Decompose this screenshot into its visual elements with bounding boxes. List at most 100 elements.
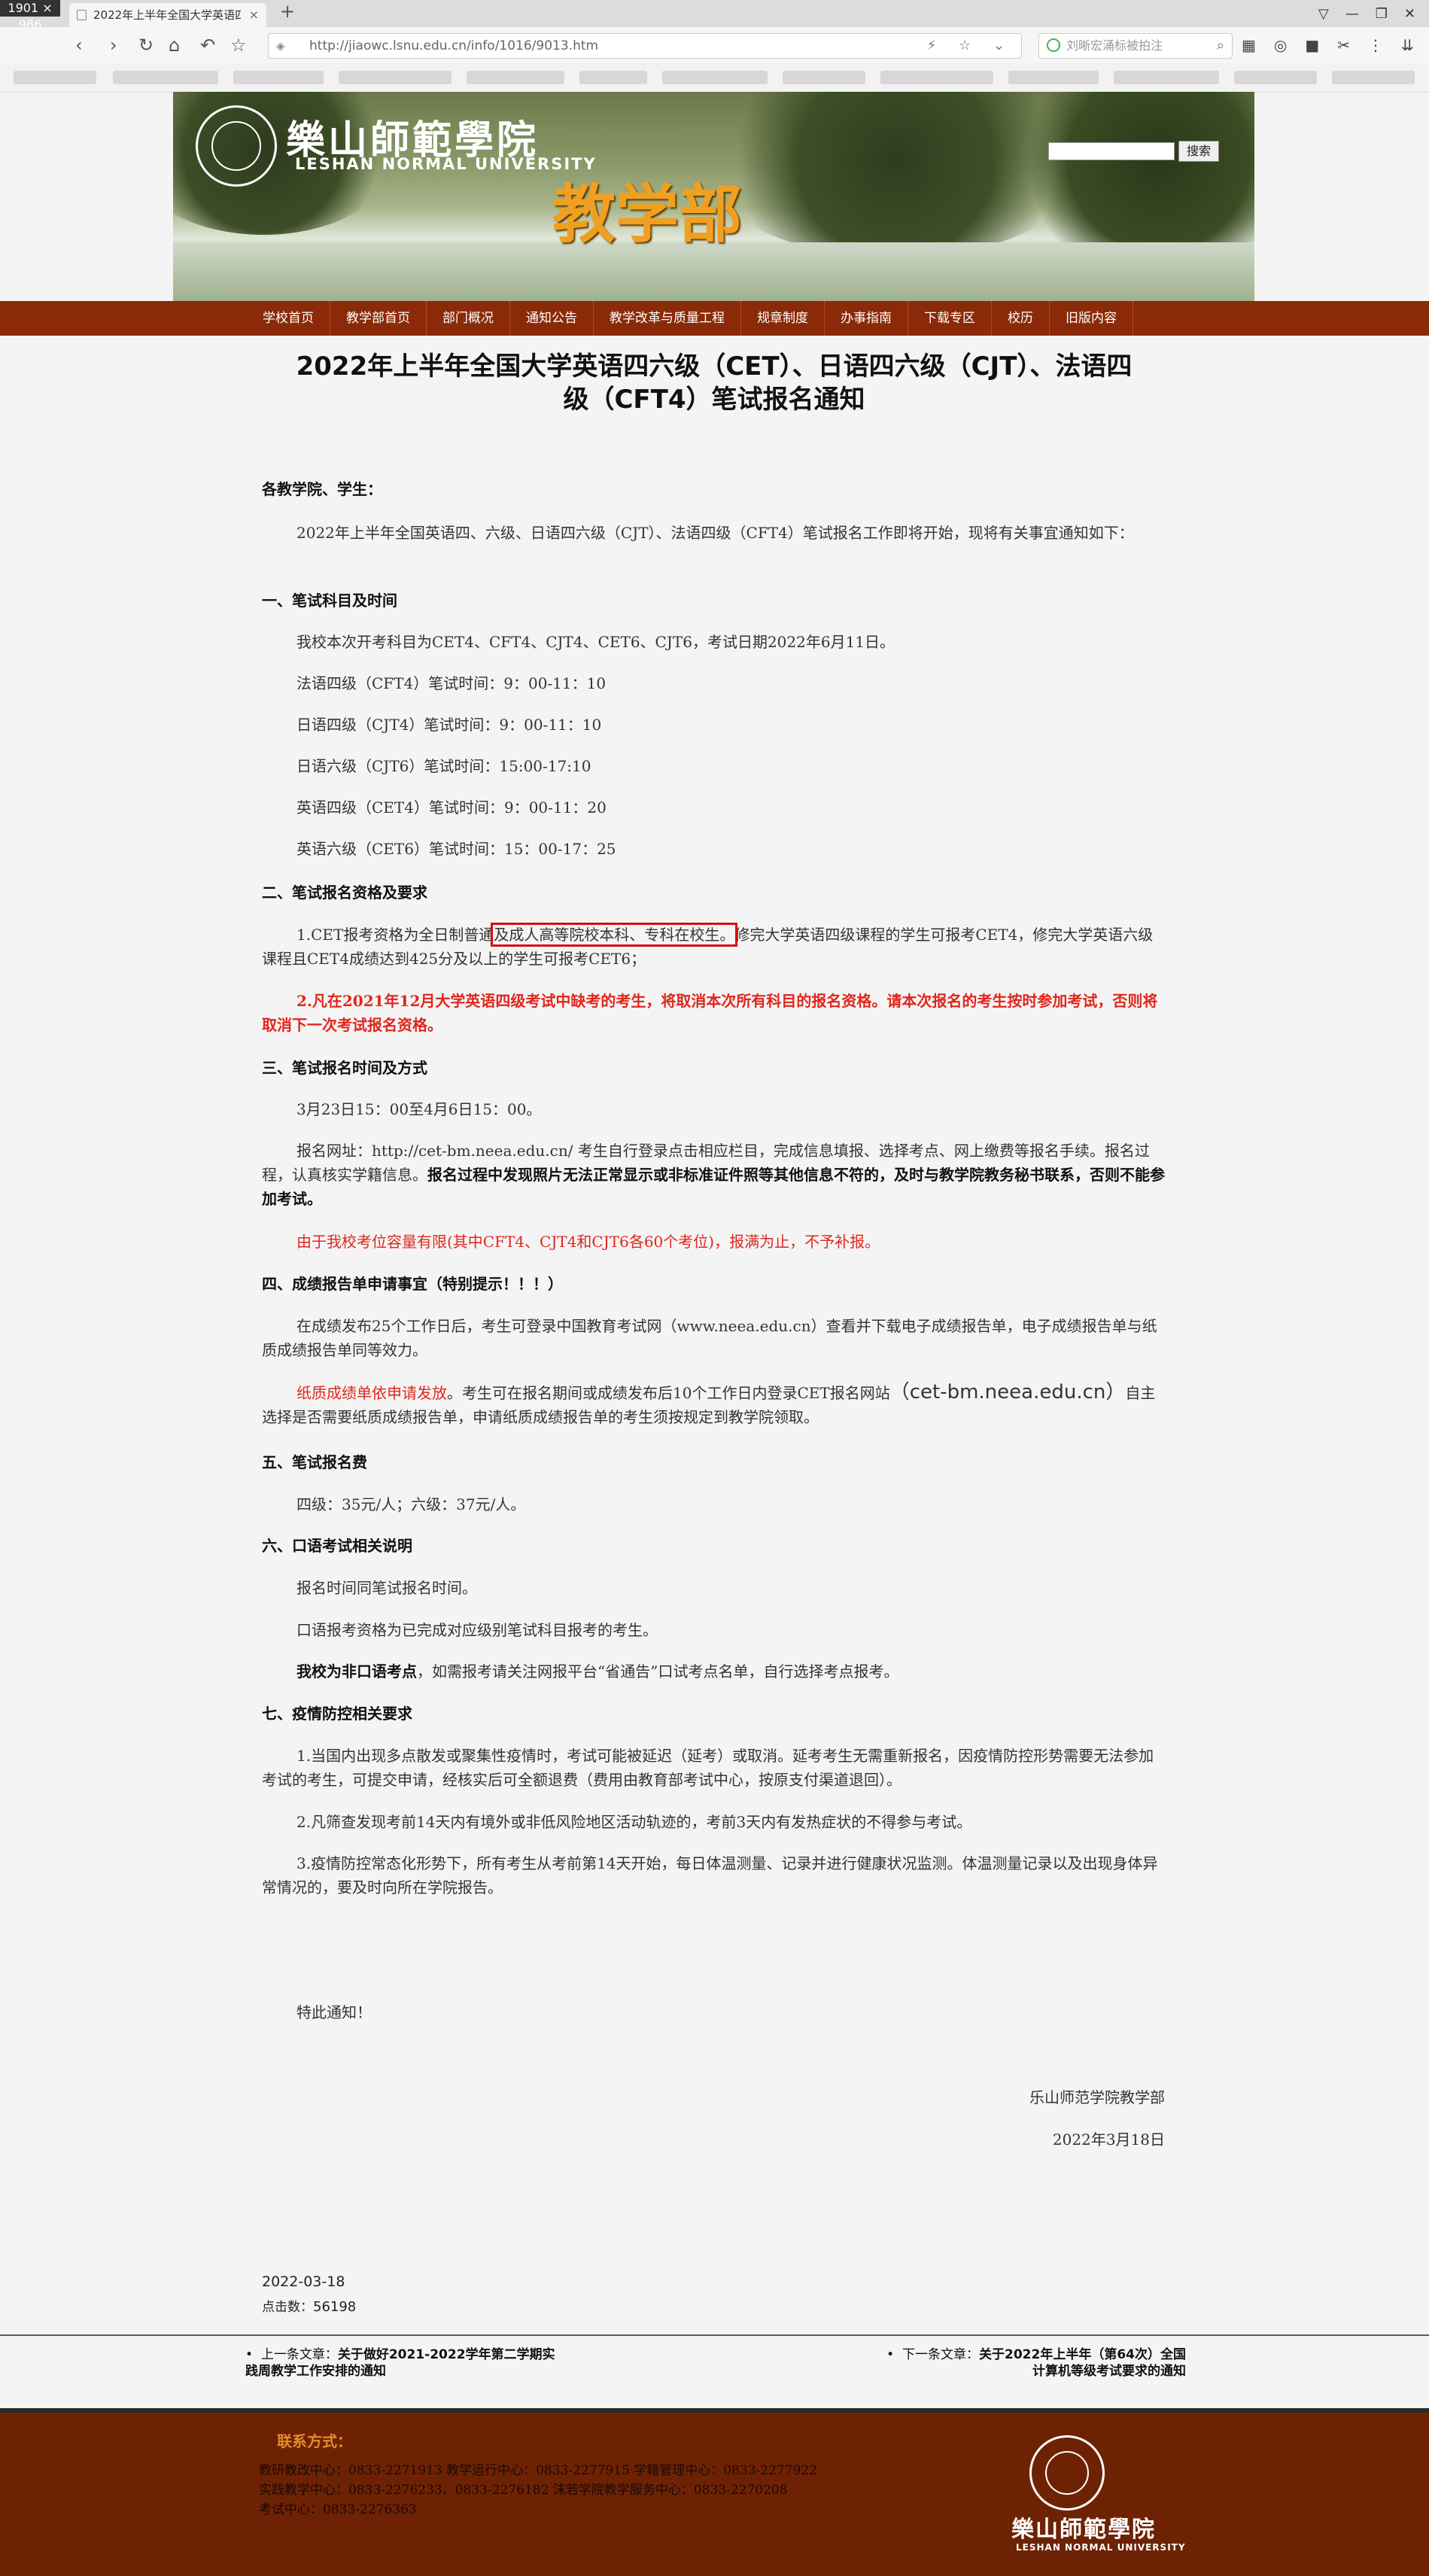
- menu-item-overview[interactable]: 部门概况: [427, 301, 510, 336]
- hits-label: 点击数：: [262, 2300, 313, 2315]
- paragraph: 我校为非口语考点，如需报考请关注网报平台“省通告”口试考点名单，自行选择考点报考…: [262, 1659, 1165, 1683]
- divider: [0, 2334, 1429, 2336]
- address-tools[interactable]: ⚡ ☆ ⌄: [927, 34, 1014, 58]
- department-title: 教学部: [552, 177, 743, 251]
- extension-icon[interactable]: ◎: [1274, 35, 1287, 56]
- bookmark-item[interactable]: [1234, 71, 1317, 84]
- paragraph: 四级：35元/人；六级：37元/人。: [296, 1495, 526, 1513]
- menu-item-calendar[interactable]: 校历: [992, 301, 1050, 336]
- hit-counter: 点击数：56198: [262, 2296, 356, 2315]
- paragraph: 3月23日15：00至4月6日15：00。: [296, 1100, 542, 1118]
- paragraph: 日语四级（CJT4）笔试时间：9：00-11：10: [296, 716, 602, 734]
- bookmark-item[interactable]: [467, 71, 564, 84]
- signature-date: 2022年3月18日: [1052, 2130, 1165, 2149]
- next-article-link[interactable]: 关于2022年上半年（第64次）全国: [979, 2347, 1186, 2362]
- contact-line: 考试中心：0833-2276363: [259, 2502, 417, 2517]
- signature-org: 乐山师范学院教学部: [1029, 2088, 1165, 2106]
- paragraph: 纸质成绩单依申请发放。考生可在报名期间或成绩发布后10个工作日内登录CET报名网…: [262, 1380, 1165, 1429]
- tab-strip: 1901 × 986 2022年上半年全国大学英语四 × + ▽ — ❐ ✕: [0, 0, 1429, 32]
- search-icon[interactable]: ⌕: [1217, 34, 1224, 58]
- bookmark-item[interactable]: [14, 71, 96, 84]
- paragraph: 在成绩发布25个工作日后，考生可登录中国教育考试网（www.neea.edu.c…: [262, 1317, 1157, 1359]
- paragraph: 报名网址：http://cet-bm.neea.edu.cn/ 考生自行登录点击…: [262, 1139, 1165, 1211]
- bookmarks-bar: [0, 63, 1429, 93]
- paragraph: 我校本次开考科目为CET4、CFT4、CJT4、CET6、CJT6，考试日期20…: [296, 633, 895, 651]
- search-placeholder[interactable]: 刘晰宏涌标被拍注: [1066, 34, 1163, 58]
- next-label: 下一条文章：: [902, 2347, 980, 2362]
- paragraph: 英语四级（CET4）笔试时间：9：00-11：20: [296, 798, 607, 817]
- contact-line: 实践教学中心：0833-2276233、0833-2276182 沫若学院教学服…: [259, 2483, 788, 2498]
- address-bar[interactable]: ◈ http://jiaowc.lsnu.edu.cn/info/1016/90…: [268, 33, 1022, 59]
- bookmark-item[interactable]: [662, 71, 768, 84]
- section-heading: 四、成绩报告单申请事宜（特别提示！！！）: [262, 1275, 563, 1293]
- bookmark-item[interactable]: [579, 71, 647, 84]
- menu-item-school-home[interactable]: 学校首页: [247, 301, 330, 336]
- close-window-icon[interactable]: ✕: [1404, 6, 1415, 22]
- bookmark-star-icon[interactable]: ☆: [230, 33, 247, 57]
- contact-heading: 联系方式：: [277, 2432, 352, 2450]
- section-heading: 七、疫情防控相关要求: [262, 1705, 412, 1723]
- site-search-button[interactable]: 搜索: [1178, 141, 1219, 162]
- bookmark-item[interactable]: [1008, 71, 1099, 84]
- apps-icon[interactable]: ▦: [1242, 35, 1256, 56]
- menu-item-rules[interactable]: 规章制度: [741, 301, 825, 336]
- bookmark-item[interactable]: [339, 71, 452, 84]
- reload-icon[interactable]: ↻: [138, 33, 154, 57]
- menu-item-dept-home[interactable]: 教学部首页: [330, 301, 427, 336]
- close-tab-icon[interactable]: ×: [249, 3, 259, 27]
- next-article-link-cont[interactable]: 计算机等级考试要求的通知: [1032, 2364, 1186, 2379]
- post-date: 2022-03-18: [262, 2273, 345, 2290]
- tab-title: 2022年上半年全国大学英语四: [93, 8, 241, 22]
- more-icon[interactable]: ⋮: [1368, 35, 1383, 56]
- new-tab-button[interactable]: +: [280, 1, 295, 22]
- section-heading: 二、笔试报名资格及要求: [262, 884, 427, 902]
- prev-article-link[interactable]: 关于做好2021-2022学年第二学期实: [338, 2347, 555, 2362]
- menu-item-guide[interactable]: 办事指南: [825, 301, 908, 336]
- menu-icon[interactable]: ▽: [1318, 6, 1329, 22]
- window-controls: ▽ — ❐ ✕: [1318, 0, 1429, 27]
- restore-icon[interactable]: ❐: [1376, 6, 1388, 22]
- undo-icon[interactable]: ↶: [200, 33, 215, 57]
- text-run: 1.CET报考资格为全日制普通: [296, 926, 494, 944]
- url-text[interactable]: http://jiaowc.lsnu.edu.cn/info/1016/9013…: [309, 34, 598, 58]
- prev-article-link-cont[interactable]: 践周教学工作安排的通知: [245, 2364, 386, 2379]
- section-heading: 一、笔试科目及时间: [262, 592, 397, 610]
- reader-icon[interactable]: ■: [1305, 35, 1319, 56]
- website-link[interactable]: （cet-bm.neea.edu.cn）: [890, 1381, 1126, 1404]
- paragraph: 日语六级（CJT6）笔试时间：15:00-17:10: [296, 757, 591, 775]
- bookmark-item[interactable]: [113, 71, 218, 84]
- browser-search-box[interactable]: 刘晰宏涌标被拍注 ⌕: [1038, 33, 1233, 59]
- menu-item-notices[interactable]: 通知公告: [510, 301, 594, 336]
- home-icon[interactable]: ⌂: [169, 33, 180, 57]
- download-icon[interactable]: ⇊: [1401, 35, 1414, 56]
- forward-icon[interactable]: ›: [110, 33, 117, 57]
- paragraph: 法语四级（CFT4）笔试时间：9：00-11：10: [296, 674, 607, 692]
- bookmark-item[interactable]: [783, 71, 865, 84]
- section-heading: 三、笔试报名时间及方式: [262, 1059, 427, 1077]
- paragraph: 2.凡筛查发现考前14天内有境外或非低风险地区活动轨迹的，考前3天内有发热症状的…: [296, 1813, 972, 1831]
- menu-item-reform[interactable]: 教学改革与质量工程: [594, 301, 741, 336]
- paragraph: 口语报考资格为已完成对应级别笔试科目报考的考生。: [296, 1621, 658, 1639]
- browser-tab-active[interactable]: 2022年上半年全国大学英语四 ×: [69, 3, 266, 27]
- menu-item-downloads[interactable]: 下载专区: [908, 301, 992, 336]
- intro-paragraph: 2022年上半年全国英语四、六级、日语四六级（CJT）、法语四级（CFT4）笔试…: [296, 524, 1134, 542]
- minimize-icon[interactable]: —: [1345, 6, 1359, 22]
- salutation: 各教学院、学生：: [262, 480, 382, 498]
- bookmark-item[interactable]: [880, 71, 993, 84]
- back-icon[interactable]: ‹: [75, 33, 83, 57]
- paragraph: 1.CET报考资格为全日制普通及成人高等院校本科、专科在校生。修完大学英语四级课…: [262, 923, 1165, 971]
- menu-item-old-version[interactable]: 旧版内容: [1050, 301, 1133, 336]
- site-footer: 联系方式： 教研教改中心：0833-2271913 教学运行中心：0833-22…: [0, 2408, 1429, 2576]
- bookmark-item[interactable]: [233, 71, 324, 84]
- article-title-line: 2022年上半年全国大学英语四六级（CET）、日语四六级（CJT）、法语四: [296, 351, 1133, 382]
- screenshot-icon[interactable]: ✂: [1337, 35, 1350, 56]
- bookmark-item[interactable]: [1114, 71, 1219, 84]
- main-menu: 学校首页 教学部首页 部门概况 通知公告 教学改革与质量工程 规章制度 办事指南…: [0, 301, 1429, 336]
- university-seal-icon: [196, 105, 277, 187]
- bullet: •: [245, 2347, 261, 2362]
- bookmark-item[interactable]: [1332, 71, 1415, 84]
- site-search-input[interactable]: [1048, 142, 1175, 160]
- paragraph: 3.疫情防控常态化形势下，所有考生从考前第14天开始，每日体温测量、记录并进行健…: [262, 1854, 1158, 1896]
- notice-paragraph: 由于我校考位容量有限(其中CFT4、CJT4和CJT6各60个考位)，报满为止，…: [296, 1233, 880, 1251]
- article-title-line: 级（CFT4）笔试报名通知: [563, 385, 865, 415]
